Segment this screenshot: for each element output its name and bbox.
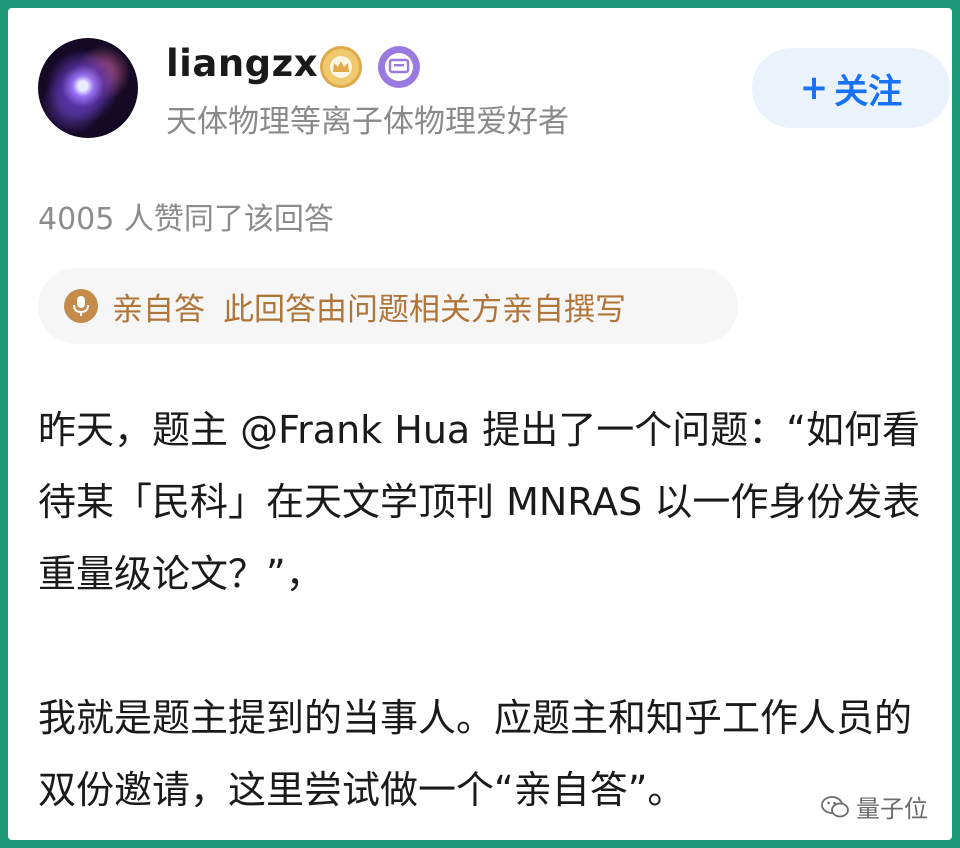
likes-count[interactable]: 4005 人赞同了该回答 xyxy=(38,194,334,238)
wechat-icon xyxy=(821,795,849,817)
watermark: 量子位 xyxy=(820,789,928,824)
follow-button[interactable]: + 关注 xyxy=(752,48,950,128)
self-answer-banner[interactable]: 亲自答 此回答由问题相关方亲自撰写 xyxy=(38,268,738,344)
edu-badge-icon[interactable] xyxy=(378,46,420,88)
author-name[interactable]: liangzx xyxy=(166,42,318,85)
answer-card: liangzx 天体物理等离子体物理爱好者 + 关注 4005 人赞同了该回答 … xyxy=(8,8,952,840)
self-answer-tag: 亲自答 xyxy=(112,291,205,328)
avatar[interactable] xyxy=(38,38,138,138)
crown-badge-icon[interactable] xyxy=(320,46,362,88)
author-bio: 天体物理等离子体物理爱好者 xyxy=(166,104,569,140)
follow-label: 关注 xyxy=(834,71,903,112)
answer-content: 昨天，题主 @Frank Hua 提出了一个问题：“如何看待某「民科」在天文学顶… xyxy=(38,394,938,826)
content-paragraph: 昨天，题主 @Frank Hua 提出了一个问题：“如何看待某「民科」在天文学顶… xyxy=(38,408,921,596)
self-answer-description: 此回答由问题相关方亲自撰写 xyxy=(223,291,626,328)
plus-icon: + xyxy=(799,68,829,108)
watermark-text: 量子位 xyxy=(856,795,928,823)
content-paragraph: 我就是题主提到的当事人。应题主和知乎工作人员的双份邀请，这里尝试做一个“亲自答”… xyxy=(38,696,913,812)
mic-icon xyxy=(64,289,98,323)
